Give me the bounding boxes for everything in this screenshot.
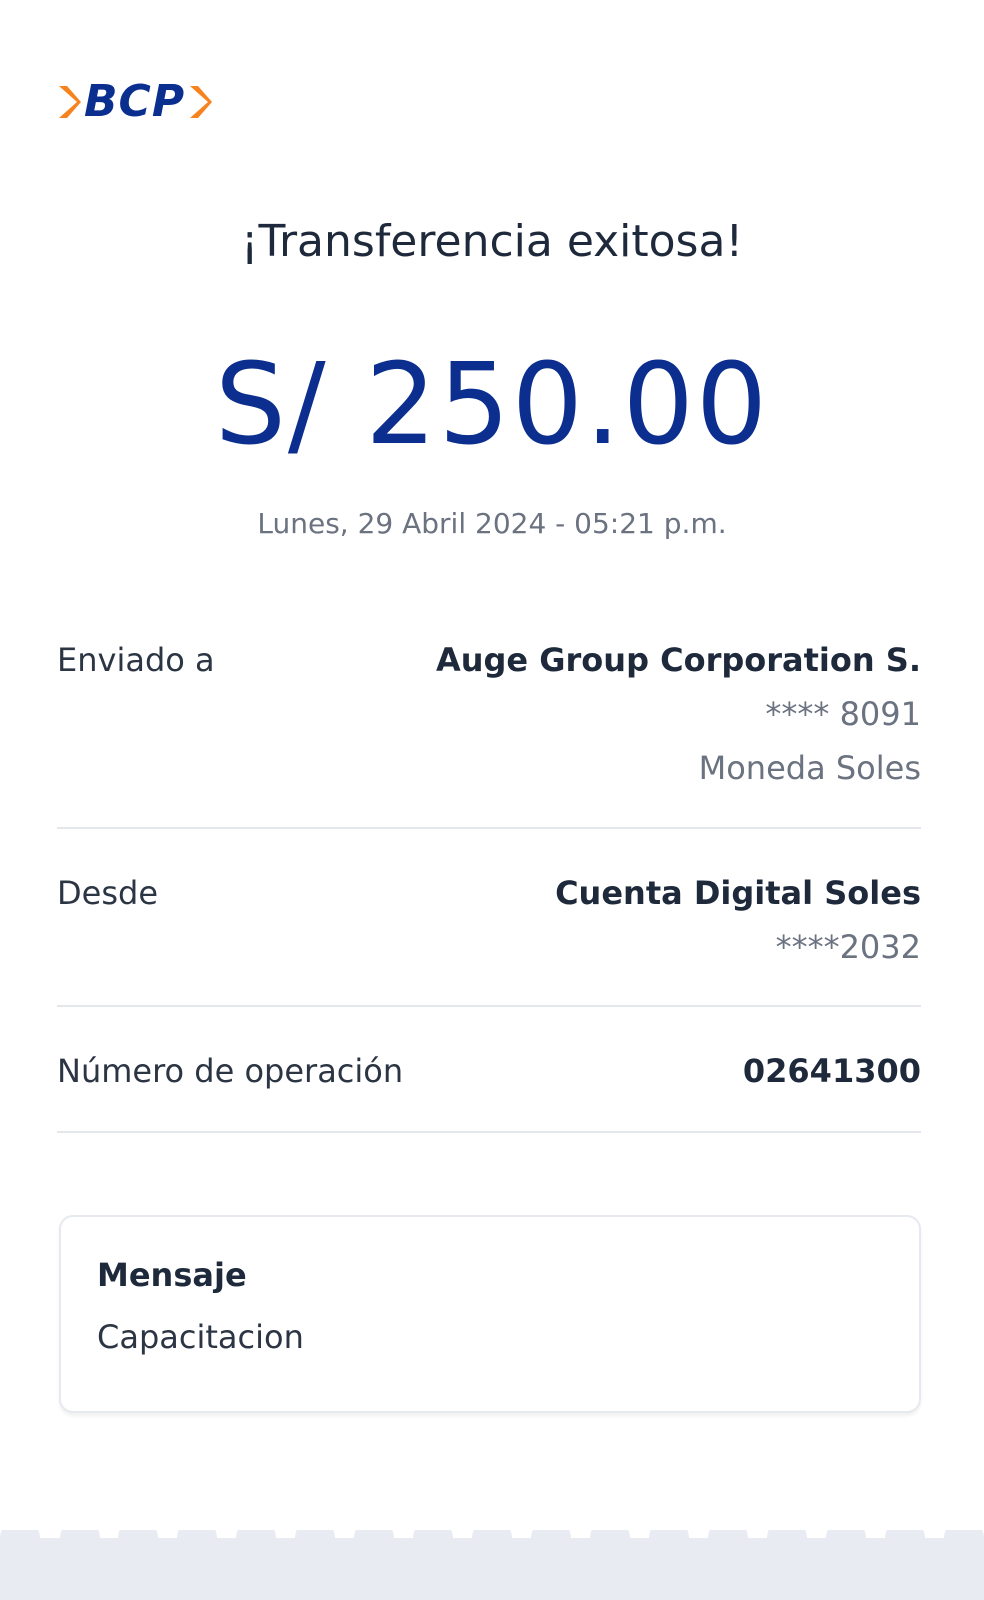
logo-chevron-right-icon — [190, 86, 213, 118]
divider — [57, 1131, 921, 1133]
recipient-account: **** 8091 — [765, 695, 921, 733]
logo-text: BCP — [84, 76, 186, 127]
message-title: Mensaje — [97, 1256, 247, 1294]
message-card: Mensaje Capacitacion — [59, 1215, 921, 1413]
source-account-number: ****2032 — [775, 928, 921, 966]
success-title: ¡Transferencia exitosa! — [240, 216, 744, 267]
divider — [57, 827, 921, 829]
logo-chevron-left-icon — [59, 86, 81, 118]
transfer-receipt: BCP ¡Transferencia exitosa! S/ 250.00 Lu… — [0, 0, 984, 1600]
recipient-currency: Moneda Soles — [698, 749, 921, 787]
divider — [57, 1005, 921, 1007]
recipient-name: Auge Group Corporation S. — [435, 641, 921, 679]
operation-label: Número de operación — [57, 1052, 404, 1090]
operation-values: 02641300 — [743, 1051, 921, 1091]
transfer-amount: S/ 250.00 — [214, 340, 770, 470]
operation-number: 02641300 — [742, 1052, 921, 1090]
sent-to-values: Auge Group Corporation S. **** 8091 Mone… — [436, 640, 921, 788]
from-values: Cuenta Digital Soles ****2032 — [555, 873, 921, 967]
sent-to-label: Enviado a — [57, 641, 215, 679]
receipt-scalloped-edge — [0, 1530, 984, 1600]
transfer-datetime: Lunes, 29 Abril 2024 - 05:21 p.m. — [257, 507, 727, 540]
from-label: Desde — [57, 874, 158, 912]
source-account-name: Cuenta Digital Soles — [555, 874, 921, 912]
message-text: Capacitacion — [97, 1318, 304, 1356]
bcp-logo: BCP — [56, 78, 213, 126]
